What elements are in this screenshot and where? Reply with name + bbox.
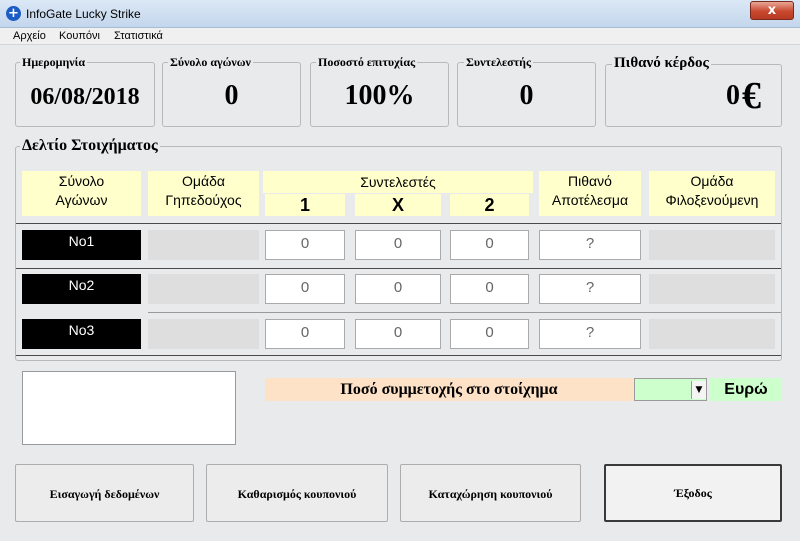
close-button[interactable]: x xyxy=(750,1,794,20)
header-result: Πιθανό Αποτέλεσμα xyxy=(539,171,641,216)
result-input-1[interactable]: ? xyxy=(539,230,641,260)
header-result-line1: Πιθανό xyxy=(568,173,612,189)
odd-x-input-1[interactable]: 0 xyxy=(355,230,441,260)
row-separator xyxy=(16,223,781,224)
header-total-matches: Σύνολο Αγώνων xyxy=(22,171,141,216)
profit-value: 0 xyxy=(726,80,740,111)
header-total-line1: Σύνολο xyxy=(58,173,105,189)
menu-file[interactable]: Αρχείο xyxy=(13,30,46,42)
result-input-3[interactable]: ? xyxy=(539,319,641,349)
header-odd-2: 2 xyxy=(450,194,529,216)
date-label: Ημερομηνία xyxy=(20,55,88,70)
home-team-2[interactable] xyxy=(148,274,259,304)
home-team-3[interactable] xyxy=(148,319,259,349)
match-label-2: No2 xyxy=(22,274,141,304)
enter-data-button[interactable]: Εισαγωγή δεδομένων xyxy=(15,464,194,522)
clear-coupon-button[interactable]: Καθαρισμός κουπονιού xyxy=(206,464,388,522)
match-label-1: No1 xyxy=(22,230,141,260)
header-home-line2: Γηπεδούχος xyxy=(165,192,242,208)
save-coupon-button[interactable]: Καταχώρηση κουπονιού xyxy=(400,464,581,522)
success-rate-value: 100% xyxy=(344,80,415,111)
profit-label: Πιθανό κέρδος xyxy=(612,55,711,72)
coupon-title: Δελτίο Στοιχήματος xyxy=(20,137,160,155)
odd-2-input-3[interactable]: 0 xyxy=(450,319,529,349)
row-separator xyxy=(148,312,781,313)
header-away-team: Ομάδα Φιλοξενούμενη xyxy=(649,171,775,216)
header-total-line2: Αγώνων xyxy=(55,192,108,208)
away-team-2[interactable] xyxy=(649,274,775,304)
header-odd-1: 1 xyxy=(265,194,345,216)
app-plus-icon: + xyxy=(6,6,21,21)
header-result-line2: Αποτέλεσμα xyxy=(551,192,629,208)
header-odds-title: Συντελεστές xyxy=(263,171,533,193)
menu-coupon[interactable]: Κουπόνι xyxy=(59,30,100,42)
date-value: 06/08/2018 xyxy=(30,84,140,110)
odd-x-input-2[interactable]: 0 xyxy=(355,274,441,304)
away-team-1[interactable] xyxy=(649,230,775,260)
coefficient-label: Συντελεστής xyxy=(464,55,534,70)
header-odd-x: X xyxy=(355,194,441,216)
menu-statistics[interactable]: Στατιστικά xyxy=(114,30,163,42)
coefficient-value: 0 xyxy=(519,80,534,111)
result-input-2[interactable]: ? xyxy=(539,274,641,304)
total-matches-label: Σύνολο αγώνων xyxy=(168,55,253,70)
odd-x-input-3[interactable]: 0 xyxy=(355,319,441,349)
odd-1-input-1[interactable]: 0 xyxy=(265,230,345,260)
currency-label: Ευρώ xyxy=(710,378,782,401)
exit-button[interactable]: Έξοδος xyxy=(604,464,782,522)
success-rate-label: Ποσοστό επιτυχίας xyxy=(316,55,418,70)
odd-2-input-2[interactable]: 0 xyxy=(450,274,529,304)
header-away-line2: Φιλοξενούμενη xyxy=(665,192,759,208)
row-separator xyxy=(16,355,781,356)
header-away-line1: Ομάδα xyxy=(690,173,734,189)
odd-1-input-2[interactable]: 0 xyxy=(265,274,345,304)
row-separator xyxy=(16,268,781,269)
euro-icon: € xyxy=(742,75,761,117)
stake-label: Ποσό συμμετοχής στο στοίχημα xyxy=(265,378,633,401)
notes-box[interactable] xyxy=(22,371,236,445)
header-home-team: Ομάδα Γηπεδούχος xyxy=(148,171,259,216)
odd-1-input-3[interactable]: 0 xyxy=(265,319,345,349)
home-team-1[interactable] xyxy=(148,230,259,260)
header-home-line1: Ομάδα xyxy=(182,173,225,189)
total-matches-value: 0 xyxy=(224,80,239,111)
match-label-3: No3 xyxy=(22,319,141,349)
away-team-3[interactable] xyxy=(649,319,775,349)
dropdown-arrow-icon[interactable]: ▼ xyxy=(691,381,706,399)
odd-2-input-1[interactable]: 0 xyxy=(450,230,529,260)
window-title: InfoGate Lucky Strike xyxy=(26,7,141,21)
